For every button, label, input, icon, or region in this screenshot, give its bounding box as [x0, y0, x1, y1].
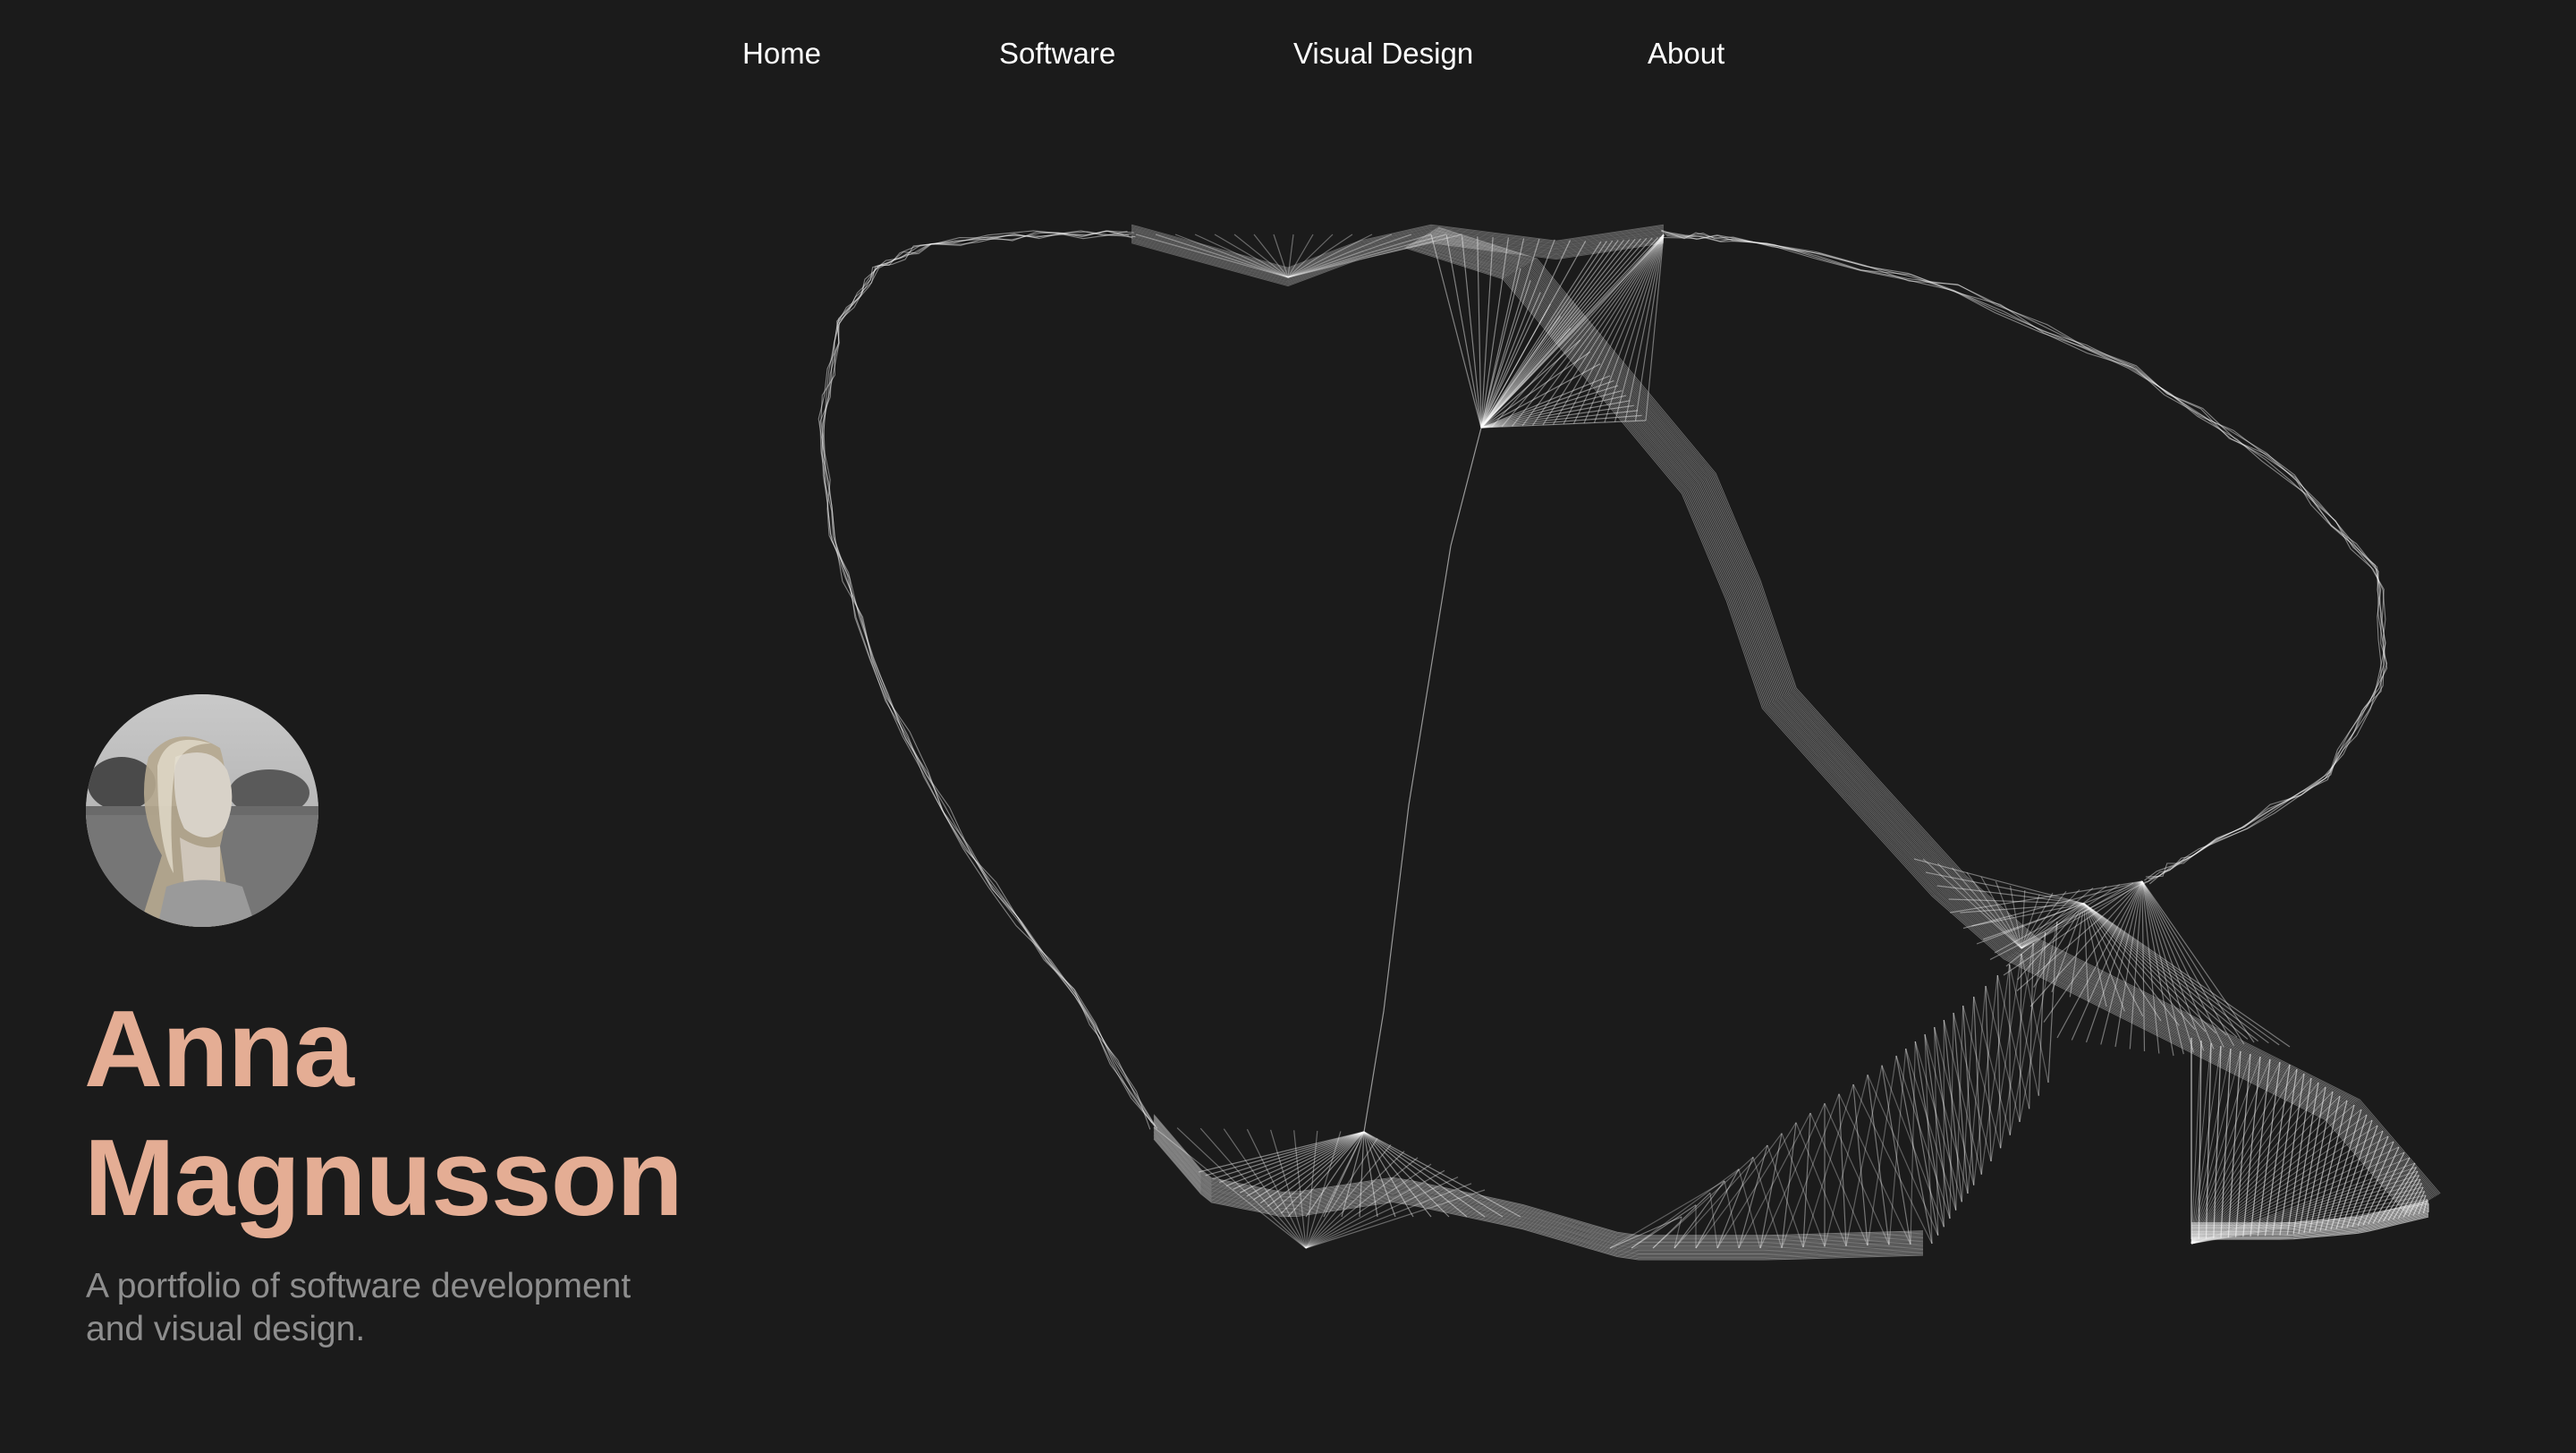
top-nav: Home Software Visual Design About [0, 0, 2576, 107]
hero-tagline: A portfolio of software development and … [86, 1265, 712, 1351]
hero-first-name: Anna [84, 988, 354, 1109]
profile-photo-icon [86, 694, 318, 927]
hero-last-name: Magnusson [84, 1117, 683, 1238]
tagline-line-1: A portfolio of software development [86, 1267, 631, 1305]
nav-link-about[interactable]: About [1648, 34, 1724, 73]
nav-link-visual-design[interactable]: Visual Design [1293, 34, 1473, 73]
nav-link-home[interactable]: Home [742, 34, 821, 73]
nav-link-software[interactable]: Software [999, 34, 1115, 73]
hero-name: Anna Magnusson [84, 984, 683, 1242]
generative-line-art [818, 224, 2441, 1261]
tagline-line-2: and visual design. [86, 1310, 366, 1348]
avatar [86, 694, 318, 927]
